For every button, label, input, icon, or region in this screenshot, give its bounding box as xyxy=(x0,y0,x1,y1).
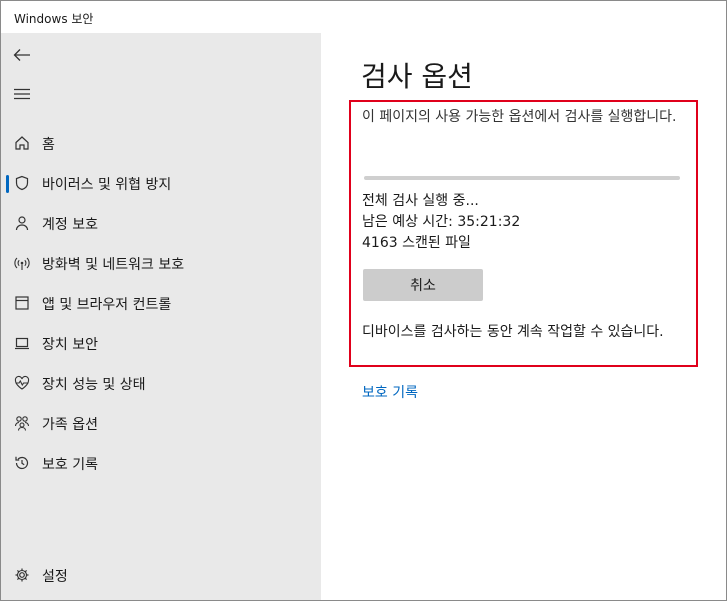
gear-icon xyxy=(13,566,31,584)
title-bar: Windows 보안 xyxy=(1,1,726,33)
scan-note: 디바이스를 검사하는 동안 계속 작업할 수 있습니다. xyxy=(362,324,664,340)
sidebar-item-label: 장치 성능 및 상태 xyxy=(42,377,146,393)
sidebar-item-family-options[interactable]: 가족 옵션 xyxy=(1,405,321,441)
sidebar-item-virus-protection[interactable]: 바이러스 및 위협 방지 xyxy=(1,165,321,201)
person-icon xyxy=(13,214,31,232)
sidebar-item-label: 방화벽 및 네트워크 보호 xyxy=(42,257,185,273)
app-window: Windows 보안 홈 바이러스 및 위협 방지 계정 보호 방화벽 및 네트… xyxy=(0,0,727,601)
history-icon xyxy=(13,454,31,472)
sidebar-item-label: 가족 옵션 xyxy=(42,417,98,433)
sidebar-item-label: 홈 xyxy=(42,137,55,153)
sidebar-item-app-browser-control[interactable]: 앱 및 브라우저 컨트롤 xyxy=(1,285,321,321)
scan-time-remaining: 남은 예상 시간: 35:21:32 xyxy=(362,214,521,230)
sidebar-item-label: 계정 보호 xyxy=(42,217,98,233)
sidebar-item-home[interactable]: 홈 xyxy=(1,125,321,161)
scan-files-scanned: 4163 스캔된 파일 xyxy=(362,235,471,251)
sidebar-item-settings[interactable]: 설정 xyxy=(1,557,321,593)
sidebar-item-firewall[interactable]: 방화벽 및 네트워크 보호 xyxy=(1,245,321,281)
back-arrow-icon[interactable] xyxy=(9,42,35,68)
sidebar-item-device-performance[interactable]: 장치 성능 및 상태 xyxy=(1,365,321,401)
page-title: 검사 옵션 xyxy=(361,60,473,93)
sidebar-item-account-protection[interactable]: 계정 보호 xyxy=(1,205,321,241)
family-icon xyxy=(13,414,31,432)
heart-pulse-icon xyxy=(13,374,31,392)
scan-status: 전체 검사 실행 중... 남은 예상 시간: 35:21:32 4163 스캔… xyxy=(362,191,520,254)
scan-progress-panel: 이 페이지의 사용 가능한 옵션에서 검사를 실행합니다. 전체 검사 실행 중… xyxy=(349,100,698,367)
laptop-icon xyxy=(13,334,31,352)
scan-progress-bar xyxy=(364,176,680,180)
cancel-scan-button[interactable]: 취소 xyxy=(363,269,483,301)
wireless-icon xyxy=(13,254,31,272)
sidebar-item-label: 바이러스 및 위협 방지 xyxy=(42,177,172,193)
shield-icon xyxy=(13,174,31,192)
sidebar-item-device-security[interactable]: 장치 보안 xyxy=(1,325,321,361)
app-window-icon xyxy=(13,294,31,312)
sidebar: 홈 바이러스 및 위협 방지 계정 보호 방화벽 및 네트워크 보호 앱 및 브 xyxy=(1,33,321,600)
sidebar-item-protection-history[interactable]: 보호 기록 xyxy=(1,445,321,481)
sidebar-item-label: 앱 및 브라우저 컨트롤 xyxy=(42,297,172,313)
main-content: 검사 옵션 이 페이지의 사용 가능한 옵션에서 검사를 실행합니다. 전체 검… xyxy=(321,33,726,600)
scan-description: 이 페이지의 사용 가능한 옵션에서 검사를 실행합니다. xyxy=(362,109,677,125)
sidebar-item-label: 보호 기록 xyxy=(42,457,98,473)
protection-history-link[interactable]: 보호 기록 xyxy=(362,382,418,402)
home-icon xyxy=(13,134,31,152)
scan-status-line: 전체 검사 실행 중... xyxy=(362,193,479,209)
sidebar-item-label: 설정 xyxy=(42,569,68,585)
hamburger-menu-icon[interactable] xyxy=(9,81,35,107)
sidebar-item-label: 장치 보안 xyxy=(42,337,98,353)
window-title: Windows 보안 xyxy=(14,12,94,26)
